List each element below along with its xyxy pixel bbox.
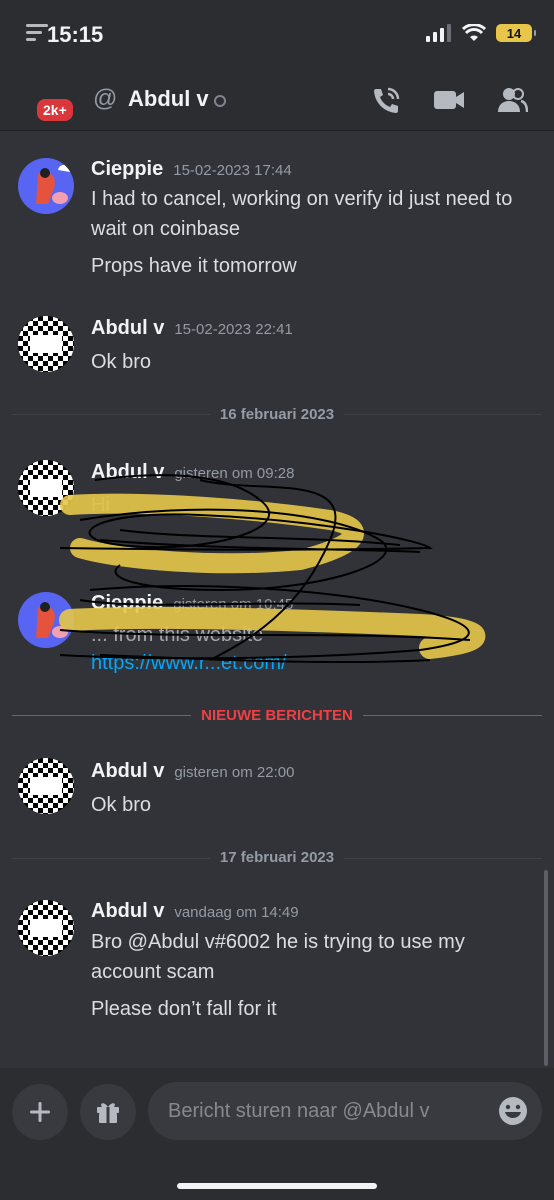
message-timestamp: vandaag om 14:49 bbox=[174, 904, 299, 921]
avatar-abdul[interactable] bbox=[18, 316, 74, 372]
home-indicator[interactable] bbox=[177, 1183, 377, 1189]
message-text: Ok bro bbox=[91, 351, 152, 373]
plus-icon bbox=[30, 1102, 50, 1122]
notification-badge: 2k+ bbox=[34, 96, 76, 124]
message-content: Ok bro bbox=[91, 347, 521, 384]
avatar-abdul[interactable] bbox=[18, 900, 74, 956]
message-author[interactable]: Abdul v vandaag om 14:49 bbox=[91, 900, 299, 923]
message-timestamp: gisteren om 10:45 bbox=[173, 596, 294, 613]
gift-button[interactable] bbox=[80, 1084, 136, 1140]
wifi-icon bbox=[462, 24, 486, 41]
message-text: Please don’t fall for it bbox=[91, 998, 277, 1020]
message-text: Bro @Abdul v#6002 he is trying to use my… bbox=[91, 931, 465, 983]
phone-call-icon[interactable] bbox=[370, 85, 402, 115]
menu-icon[interactable] bbox=[24, 18, 60, 48]
date-divider-label: 16 februari 2023 bbox=[0, 406, 554, 423]
message-timestamp: gisteren om 22:00 bbox=[174, 764, 295, 781]
message-timestamp: 15-02-2023 22:41 bbox=[174, 321, 293, 338]
chat-header bbox=[0, 70, 554, 131]
avatar-abdul[interactable] bbox=[18, 460, 74, 516]
message-text: I had to cancel, working on verify id ju… bbox=[91, 188, 513, 240]
emoji-icon[interactable] bbox=[498, 1096, 528, 1126]
message-content: Hi bbox=[91, 490, 521, 527]
checkered-avatar-icon bbox=[18, 316, 74, 372]
message-content: ... from this website https://www.r...et… bbox=[91, 620, 521, 674]
message-content: Bro @Abdul v#6002 he is trying to use my… bbox=[91, 927, 521, 1031]
message-content: Ok bro bbox=[91, 790, 521, 827]
message-author[interactable]: Abdul v gisteren om 22:00 bbox=[91, 760, 294, 783]
battery-icon: 14 bbox=[496, 24, 536, 42]
channel-title[interactable]: Abdul v bbox=[128, 86, 209, 112]
signal-icon bbox=[426, 24, 451, 42]
message-timestamp: 15-02-2023 17:44 bbox=[173, 162, 292, 179]
offline-status-icon bbox=[214, 95, 226, 107]
at-icon: @ bbox=[93, 85, 118, 112]
message-text: Hi bbox=[91, 494, 110, 516]
message-timestamp: gisteren om 09:28 bbox=[174, 465, 295, 482]
members-icon[interactable] bbox=[496, 85, 528, 115]
message-author[interactable]: Abdul v 15-02-2023 22:41 bbox=[91, 317, 293, 340]
message-author[interactable]: Cieppie gisteren om 10:45 bbox=[91, 592, 293, 615]
message-text: Ok bro bbox=[91, 794, 152, 816]
message-link[interactable]: https://www.r...et.com/ bbox=[91, 648, 287, 678]
message-author[interactable]: Cieppie 15-02-2023 17:44 bbox=[91, 158, 292, 181]
battery-level: 14 bbox=[506, 25, 522, 41]
avatar-cieppie[interactable] bbox=[18, 158, 74, 214]
date-divider-label: 17 februari 2023 bbox=[0, 849, 554, 866]
add-attachment-button[interactable] bbox=[12, 1084, 68, 1140]
message-text: ... from this website bbox=[91, 624, 264, 646]
avatar-abdul[interactable] bbox=[18, 758, 74, 814]
new-messages-label: NIEUWE BERICHTEN bbox=[0, 707, 554, 724]
gift-icon bbox=[97, 1103, 119, 1123]
message-author[interactable]: Abdul v gisteren om 09:28 bbox=[91, 461, 294, 484]
avatar-cieppie[interactable] bbox=[18, 592, 74, 648]
message-input[interactable]: Bericht sturen naar @Abdul v bbox=[148, 1082, 542, 1140]
video-call-icon[interactable] bbox=[432, 85, 466, 113]
scrollbar[interactable] bbox=[544, 870, 548, 1066]
message-text: Props have it tomorrow bbox=[91, 255, 297, 277]
status-icons: 14 bbox=[426, 24, 536, 42]
message-content: I had to cancel, working on verify id ju… bbox=[91, 184, 521, 288]
